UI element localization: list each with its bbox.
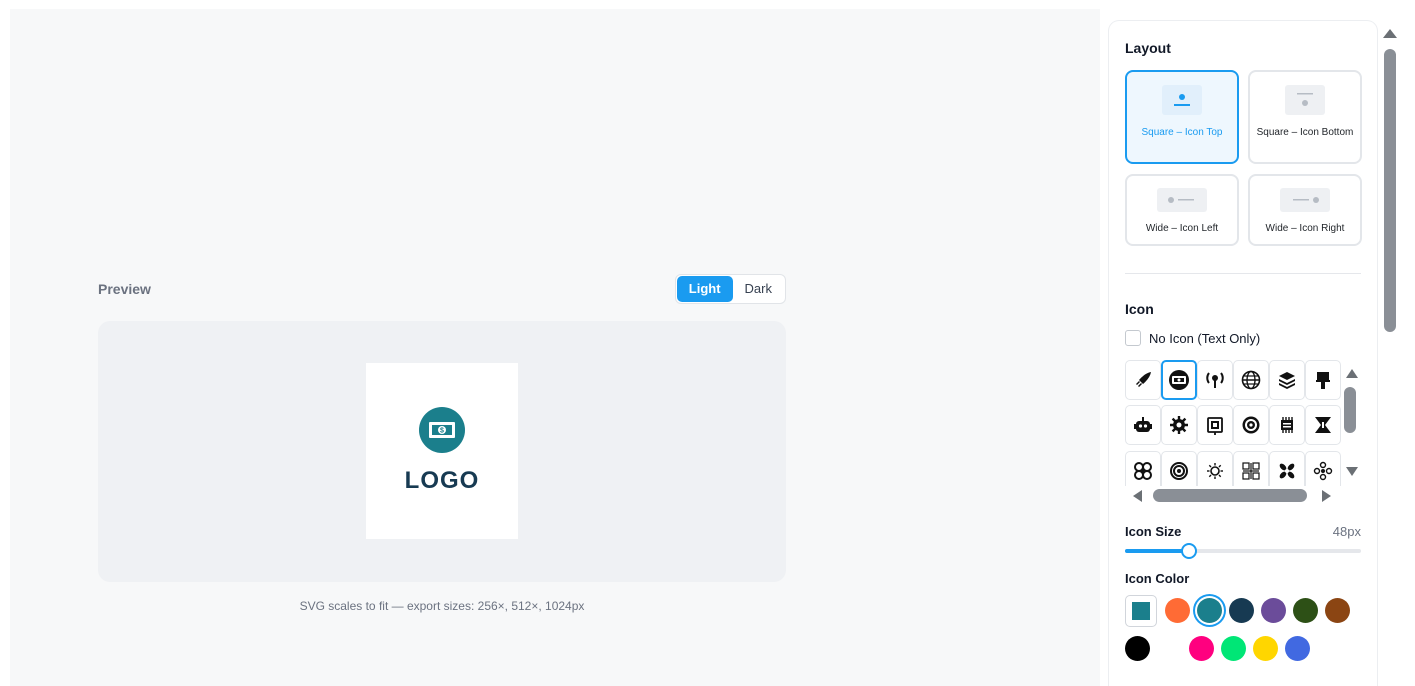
icon-option-rocket[interactable] bbox=[1125, 360, 1161, 400]
icon-option-robot[interactable] bbox=[1125, 405, 1161, 445]
color-swatch[interactable] bbox=[1261, 598, 1286, 623]
grid-scroll-right-icon[interactable] bbox=[1321, 489, 1333, 503]
icon-option-globe[interactable] bbox=[1233, 360, 1269, 400]
custom-color-picker[interactable] bbox=[1125, 595, 1157, 627]
icon-option-layers[interactable] bbox=[1269, 360, 1305, 400]
no-icon-label: No Icon (Text Only) bbox=[1149, 330, 1261, 346]
icon-option-circuit-board[interactable] bbox=[1197, 405, 1233, 445]
layout-label: Wide – Icon Left bbox=[1145, 223, 1219, 234]
color-swatch[interactable] bbox=[1189, 636, 1214, 661]
icon-option-paint-brush[interactable] bbox=[1305, 360, 1341, 400]
money-icon: $ bbox=[429, 422, 455, 438]
hourglass-icon bbox=[1315, 417, 1331, 433]
icon-option-spiral[interactable] bbox=[1161, 451, 1197, 491]
logo-preview: $ LOGO bbox=[366, 363, 518, 539]
layout-label: Square – Icon Top bbox=[1141, 127, 1223, 138]
icon-option-gear[interactable] bbox=[1161, 405, 1197, 445]
layout-square-icon-bottom[interactable]: Square – Icon Bottom bbox=[1248, 70, 1362, 164]
layout-section-title: Layout bbox=[1125, 40, 1171, 56]
color-swatch[interactable] bbox=[1285, 636, 1310, 661]
layout-label: Square – Icon Bottom bbox=[1256, 127, 1354, 138]
grid-horizontal-scroll-track bbox=[1125, 486, 1361, 506]
icon-option-target-gear[interactable] bbox=[1233, 405, 1269, 445]
layout-thumbnail bbox=[1157, 188, 1207, 212]
icon-section-title: Icon bbox=[1125, 301, 1154, 317]
preview-header: Preview Light Dark bbox=[98, 274, 786, 304]
no-icon-checkbox[interactable] bbox=[1125, 330, 1141, 346]
layout-thumbnail bbox=[1285, 85, 1325, 115]
icon-size-slider[interactable] bbox=[1125, 543, 1361, 559]
color-swatch[interactable] bbox=[1165, 598, 1190, 623]
sun-icon bbox=[1207, 463, 1223, 479]
page-scroll-up-icon[interactable] bbox=[1382, 27, 1398, 39]
layout-wide-icon-right[interactable]: Wide – Icon Right bbox=[1248, 174, 1362, 246]
grid-scroll-down-icon[interactable] bbox=[1345, 466, 1359, 478]
icon-color-label: Icon Color bbox=[1125, 571, 1190, 586]
color-swatch[interactable] bbox=[1125, 636, 1150, 661]
clover-icon bbox=[1134, 462, 1152, 480]
icon-option-sun[interactable] bbox=[1197, 451, 1233, 491]
money-icon bbox=[1169, 370, 1189, 390]
divider bbox=[1125, 273, 1361, 274]
chip-icon bbox=[1281, 417, 1293, 433]
color-swatch[interactable] bbox=[1229, 598, 1254, 623]
color-swatch[interactable] bbox=[1325, 598, 1350, 623]
layout-wide-icon-left[interactable]: Wide – Icon Left bbox=[1125, 174, 1239, 246]
layout-label: Wide – Icon Right bbox=[1265, 223, 1345, 234]
color-swatch[interactable] bbox=[1197, 598, 1222, 623]
logo-icon-circle: $ bbox=[419, 407, 465, 453]
icon-size-value: 48px bbox=[1332, 524, 1361, 539]
icon-size-slider-fill bbox=[1125, 549, 1189, 553]
grid-horizontal-scrollbar[interactable] bbox=[1153, 489, 1307, 502]
svg-text:$: $ bbox=[440, 428, 444, 435]
icon-option-hourglass[interactable] bbox=[1305, 405, 1341, 445]
gear-icon bbox=[1170, 416, 1188, 434]
settings-panel: Layout Square – Icon Top Square – Icon B… bbox=[1109, 21, 1377, 686]
icon-option-grid-pattern[interactable] bbox=[1233, 451, 1269, 491]
theme-toggle: Light Dark bbox=[674, 274, 786, 304]
flower-icon bbox=[1279, 463, 1295, 479]
layers-icon bbox=[1279, 372, 1295, 389]
icon-option-money[interactable] bbox=[1161, 360, 1197, 400]
paint-brush-icon bbox=[1316, 372, 1330, 389]
icon-picker-grid bbox=[1125, 360, 1361, 506]
icon-size-label: Icon Size bbox=[1125, 524, 1182, 539]
icon-option-wifi-pin[interactable] bbox=[1197, 360, 1233, 400]
logo-text: LOGO bbox=[404, 467, 480, 494]
color-swatch[interactable] bbox=[1253, 636, 1278, 661]
theme-light-button[interactable]: Light bbox=[676, 276, 733, 302]
icon-size-slider-thumb[interactable] bbox=[1181, 543, 1197, 559]
preview-title: Preview bbox=[98, 281, 151, 297]
layout-square-icon-top[interactable]: Square – Icon Top bbox=[1125, 70, 1239, 164]
preview-canvas: $ LOGO bbox=[98, 321, 786, 582]
layout-thumbnail bbox=[1162, 85, 1202, 115]
rocket-icon bbox=[1136, 372, 1151, 387]
page-vertical-scrollbar[interactable] bbox=[1384, 49, 1396, 332]
icon-option-clover[interactable] bbox=[1125, 451, 1161, 491]
icon-option-pinwheel[interactable] bbox=[1305, 451, 1341, 491]
theme-dark-button[interactable]: Dark bbox=[733, 276, 784, 302]
current-color-preview bbox=[1132, 602, 1150, 620]
no-icon-option[interactable]: No Icon (Text Only) bbox=[1125, 330, 1260, 346]
icon-option-chip[interactable] bbox=[1269, 405, 1305, 445]
icon-option-flower[interactable] bbox=[1269, 451, 1305, 491]
grid-scroll-up-icon[interactable] bbox=[1345, 367, 1359, 379]
grid-scroll-left-icon[interactable] bbox=[1131, 489, 1143, 503]
export-caption: SVG scales to fit — export sizes: 256×, … bbox=[299, 599, 585, 613]
target-gear-icon bbox=[1242, 416, 1260, 434]
color-swatch[interactable] bbox=[1221, 636, 1246, 661]
grid-vertical-scrollbar[interactable] bbox=[1344, 387, 1356, 433]
pinwheel-icon bbox=[1313, 461, 1333, 481]
spiral-icon bbox=[1170, 462, 1188, 480]
color-swatch[interactable] bbox=[1157, 636, 1182, 661]
globe-icon bbox=[1241, 370, 1261, 390]
preview-area: Preview Light Dark $ LOGO SVG scales to … bbox=[10, 9, 1100, 686]
layout-thumbnail bbox=[1280, 188, 1330, 212]
grid-pattern-icon bbox=[1242, 462, 1260, 480]
robot-icon bbox=[1134, 417, 1152, 432]
color-swatch[interactable] bbox=[1293, 598, 1318, 623]
wifi-pin-icon bbox=[1206, 372, 1224, 388]
circuit-board-icon bbox=[1207, 417, 1223, 435]
